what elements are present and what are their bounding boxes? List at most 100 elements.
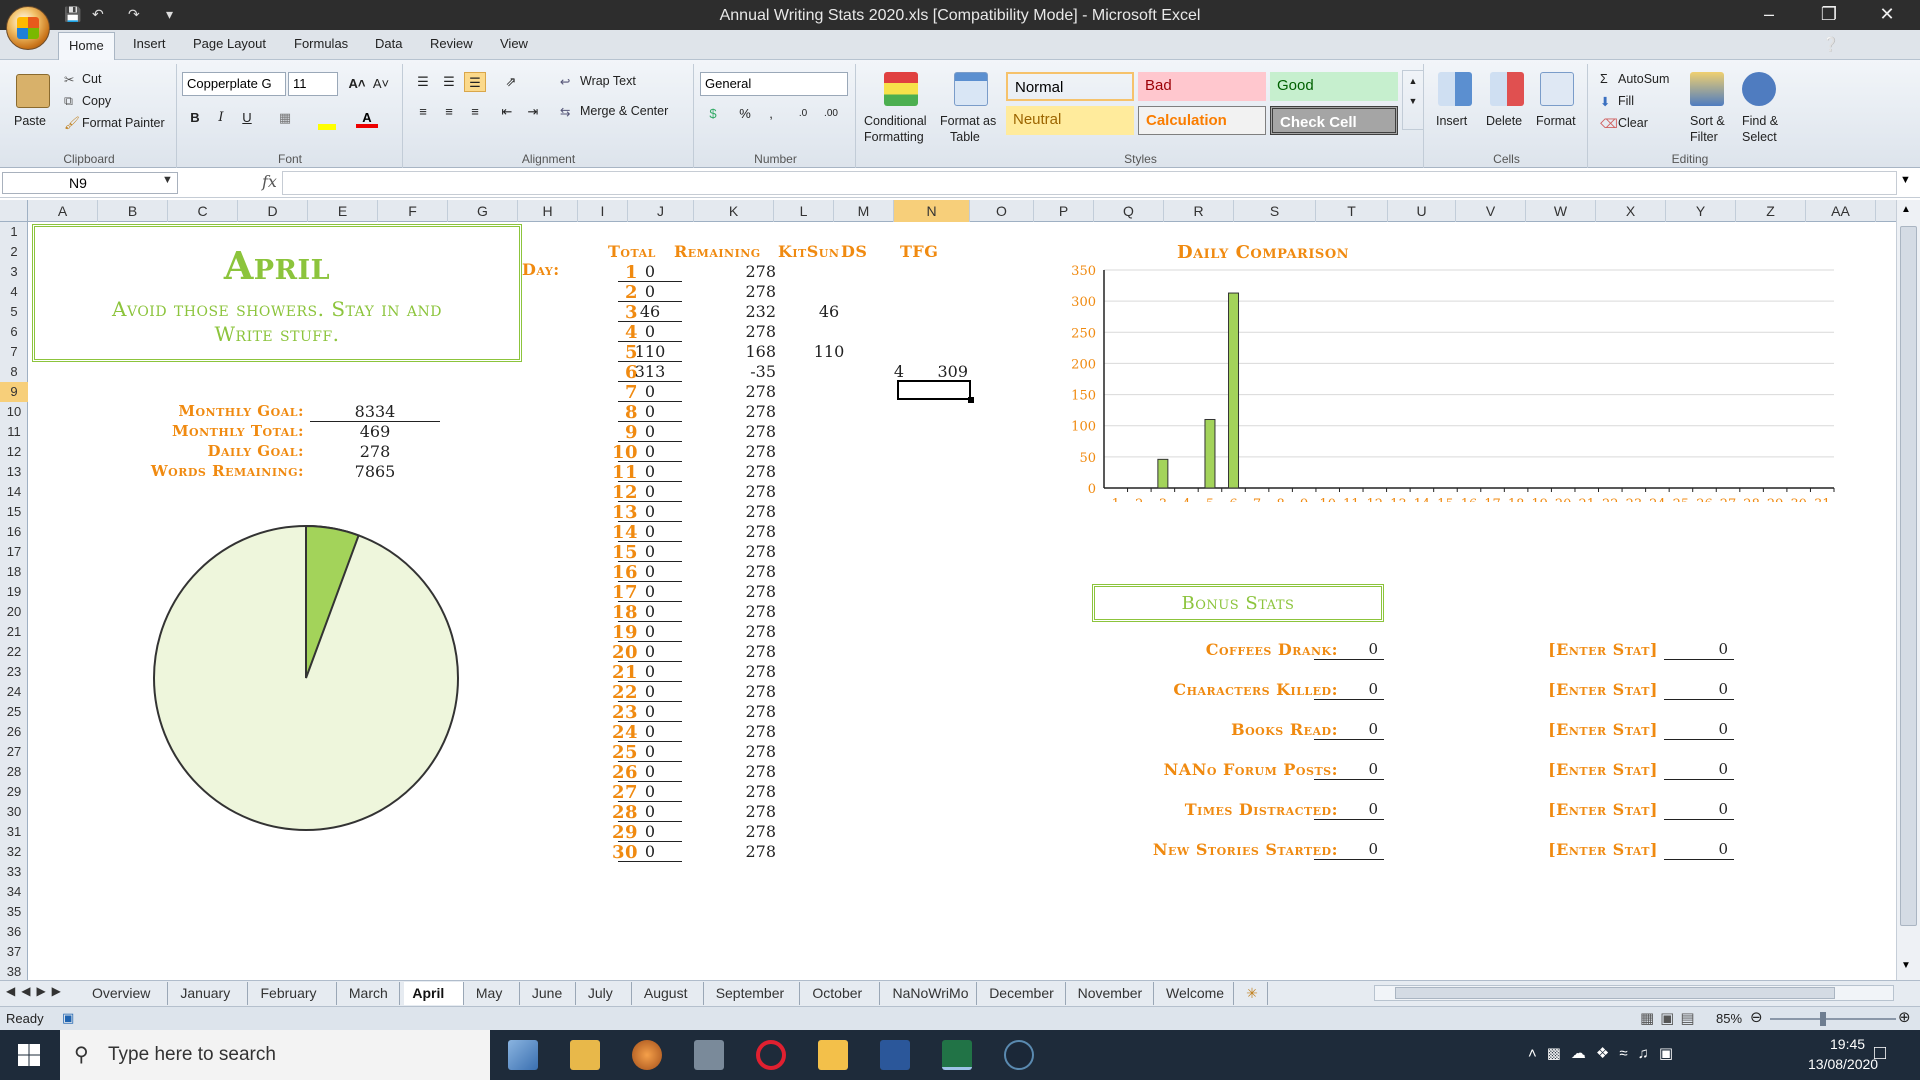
- vertical-scrollbar[interactable]: ▲ ▼: [1896, 200, 1920, 980]
- day-remaining[interactable]: 278: [678, 262, 798, 281]
- decrease-decimal-icon[interactable]: .00: [820, 104, 842, 124]
- day-total[interactable]: 0: [618, 482, 682, 502]
- row-header-33[interactable]: 33: [0, 862, 28, 882]
- name-box[interactable]: N9: [2, 172, 178, 194]
- row-header-38[interactable]: 38: [0, 962, 28, 982]
- sheet-tab-overview[interactable]: Overview: [84, 982, 169, 1005]
- day-remaining[interactable]: 278: [678, 822, 798, 841]
- row-header-9[interactable]: 9: [0, 382, 28, 402]
- column-header-h[interactable]: H: [518, 200, 578, 222]
- day-total[interactable]: 0: [618, 682, 682, 702]
- taskbar-app-icon[interactable]: [508, 1040, 538, 1070]
- style-neutral[interactable]: Neutral: [1006, 106, 1134, 135]
- sheet-tab-february[interactable]: February: [253, 982, 337, 1005]
- row-header-4[interactable]: 4: [0, 282, 28, 302]
- day-total[interactable]: 0: [618, 622, 682, 642]
- day-total[interactable]: 0: [618, 762, 682, 782]
- day-remaining[interactable]: 278: [678, 542, 798, 561]
- font-size-select[interactable]: 11: [288, 72, 338, 96]
- tab-review[interactable]: Review: [420, 36, 483, 51]
- zoom-slider[interactable]: [1770, 1018, 1896, 1020]
- clock-time[interactable]: 19:45: [1830, 1036, 1865, 1052]
- day-total[interactable]: 0: [618, 722, 682, 742]
- align-top-icon[interactable]: ☰: [412, 72, 434, 92]
- tab-data[interactable]: Data: [365, 36, 412, 51]
- sheet-tab-december[interactable]: December: [981, 982, 1066, 1005]
- row-header-30[interactable]: 30: [0, 802, 28, 822]
- day-remaining[interactable]: 278: [678, 742, 798, 761]
- column-header-m[interactable]: M: [834, 200, 894, 222]
- column-header-l[interactable]: L: [774, 200, 834, 222]
- column-header-o[interactable]: O: [970, 200, 1034, 222]
- row-header-12[interactable]: 12: [0, 442, 28, 462]
- restore-button[interactable]: ❐: [1806, 0, 1852, 30]
- bonus-stat-value[interactable]: 0: [1314, 840, 1384, 860]
- copy-button[interactable]: Copy: [82, 94, 111, 108]
- row-header-28[interactable]: 28: [0, 762, 28, 782]
- row-header-20[interactable]: 20: [0, 602, 28, 622]
- scroll-up-icon[interactable]: ▲: [1901, 204, 1911, 215]
- day-tfg[interactable]: 309: [918, 362, 968, 381]
- day-total[interactable]: 0: [618, 602, 682, 622]
- redo-icon[interactable]: ↷: [128, 6, 140, 23]
- custom-stat-label[interactable]: [Enter Stat]: [1508, 640, 1658, 659]
- day-total[interactable]: 0: [618, 802, 682, 822]
- row-header-18[interactable]: 18: [0, 562, 28, 582]
- custom-stat-value[interactable]: 0: [1664, 840, 1734, 860]
- style-bad[interactable]: Bad: [1138, 72, 1266, 101]
- align-middle-icon[interactable]: ☰: [438, 72, 460, 92]
- windows-start-icon[interactable]: [18, 1044, 40, 1066]
- delete-button[interactable]: Delete: [1486, 114, 1522, 128]
- format-as-table-label-2[interactable]: Table: [950, 130, 980, 144]
- sort-filter-label-2[interactable]: Filter: [1690, 130, 1718, 144]
- row-header-2[interactable]: 2: [0, 242, 28, 262]
- cut-button[interactable]: Cut: [82, 72, 101, 86]
- autosum-button[interactable]: AutoSum: [1618, 72, 1669, 86]
- taskbar-word-icon[interactable]: [880, 1040, 910, 1070]
- day-total[interactable]: 46: [618, 302, 682, 322]
- help-icon[interactable]: ❔: [1822, 36, 1839, 53]
- sort-filter-label-1[interactable]: Sort &: [1690, 114, 1725, 128]
- view-buttons-icon[interactable]: ▦▣▤: [1640, 1009, 1701, 1027]
- conditional-formatting-icon[interactable]: [884, 72, 918, 106]
- bonus-stat-value[interactable]: 0: [1314, 760, 1384, 780]
- column-header-f[interactable]: F: [378, 200, 448, 222]
- sheet-tab-march[interactable]: March: [341, 982, 401, 1005]
- sheet-tab-october[interactable]: October: [804, 982, 881, 1005]
- italic-icon[interactable]: I: [210, 108, 232, 128]
- accounting-format-icon[interactable]: $: [702, 104, 724, 124]
- custom-stat-value[interactable]: 0: [1664, 760, 1734, 780]
- custom-stat-value[interactable]: 0: [1664, 720, 1734, 740]
- day-remaining[interactable]: 278: [678, 682, 798, 701]
- tab-formulas[interactable]: Formulas: [284, 36, 358, 51]
- day-total[interactable]: 0: [618, 662, 682, 682]
- decrease-indent-icon[interactable]: ⇤: [496, 102, 518, 122]
- sheet-tab-may[interactable]: May: [468, 982, 520, 1005]
- day-total[interactable]: 0: [618, 642, 682, 662]
- expand-formula-bar-icon[interactable]: ▼: [1900, 174, 1911, 186]
- column-header-b[interactable]: B: [98, 200, 168, 222]
- shrink-font-icon[interactable]: A˅: [370, 74, 392, 94]
- sheet-tab-january[interactable]: January: [172, 982, 249, 1005]
- day-remaining[interactable]: 278: [678, 782, 798, 801]
- fill-button[interactable]: Fill: [1618, 94, 1634, 108]
- day-total[interactable]: 0: [618, 582, 682, 602]
- vertical-scroll-thumb[interactable]: [1900, 226, 1917, 926]
- taskbar-file-explorer-icon[interactable]: [818, 1040, 848, 1070]
- notifications-icon[interactable]: □: [1874, 1042, 1886, 1065]
- style-check-cell[interactable]: Check Cell: [1270, 106, 1398, 135]
- horizontal-scroll-thumb[interactable]: [1395, 987, 1835, 999]
- row-header-22[interactable]: 22: [0, 642, 28, 662]
- sheet-tab-nanowrimo[interactable]: NaNoWriMo: [885, 982, 978, 1005]
- column-header-s[interactable]: S: [1234, 200, 1316, 222]
- row-header-24[interactable]: 24: [0, 682, 28, 702]
- row-header-11[interactable]: 11: [0, 422, 28, 442]
- row-header-21[interactable]: 21: [0, 622, 28, 642]
- font-name-select[interactable]: Copperplate G: [182, 72, 286, 96]
- style-calculation[interactable]: Calculation: [1138, 106, 1266, 135]
- macro-record-icon[interactable]: ▣: [62, 1010, 74, 1026]
- bonus-stat-value[interactable]: 0: [1314, 720, 1384, 740]
- align-bottom-icon[interactable]: ☰: [464, 72, 486, 92]
- day-remaining[interactable]: 278: [678, 662, 798, 681]
- number-format-select[interactable]: General: [700, 72, 848, 96]
